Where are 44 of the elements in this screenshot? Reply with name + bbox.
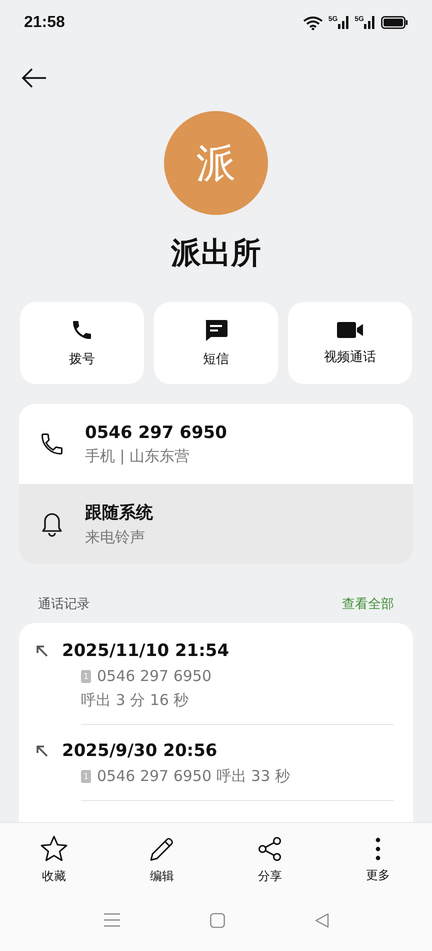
- star-icon: [40, 835, 68, 862]
- outgoing-arrow-icon: [36, 745, 48, 757]
- toolbar-button[interactable]: 编辑: [127, 836, 197, 884]
- avatar: 派: [164, 111, 268, 215]
- info-title: 0546 297 6950: [85, 422, 227, 442]
- status-time: 21:58: [24, 14, 65, 32]
- call-detail: 呼出 3 分 16 秒: [81, 691, 189, 710]
- video-camera-icon: [336, 320, 364, 340]
- section-title: 通话记录: [38, 596, 90, 613]
- action-button[interactable]: 视频通话: [288, 302, 412, 384]
- toolbar-button[interactable]: 收藏: [19, 835, 89, 885]
- battery-icon: [381, 16, 408, 29]
- phone-icon: [39, 431, 65, 457]
- call-detail: 0546 297 6950: [97, 667, 212, 685]
- info-row[interactable]: 0546 297 6950 手机 | 山东东营: [19, 404, 413, 484]
- more-icon: [375, 836, 381, 860]
- signal-icon: [364, 16, 376, 29]
- back-icon[interactable]: [21, 68, 47, 88]
- wifi-icon: [303, 16, 324, 30]
- sim-badge: 1: [81, 670, 91, 682]
- toolbar-button[interactable]: 更多: [343, 836, 413, 884]
- action-button[interactable]: 短信: [154, 302, 278, 384]
- contact-name: 派出所: [170, 235, 262, 273]
- home-icon[interactable]: [210, 912, 224, 928]
- info-title: 跟随系统: [85, 502, 153, 524]
- view-all-link[interactable]: 查看全部: [342, 595, 394, 613]
- info-subtitle: 来电铃声: [85, 528, 146, 547]
- call-datetime: 2025/11/10 21:54: [62, 641, 230, 661]
- toolbar-button[interactable]: 分享: [235, 836, 305, 884]
- info-subtitle: 手机 | 山东东营: [85, 446, 191, 466]
- message-icon: [203, 318, 229, 342]
- share-icon: [257, 836, 283, 862]
- back-nav-icon[interactable]: [314, 912, 328, 928]
- phone-icon: [70, 318, 94, 342]
- sim-badge: 1: [81, 770, 91, 783]
- action-button[interactable]: 拨号: [20, 302, 144, 384]
- signal-icon: [338, 16, 350, 29]
- menu-icon[interactable]: [104, 913, 120, 927]
- call-detail: 0546 297 6950 呼出 33 秒: [97, 767, 290, 786]
- info-row[interactable]: 跟随系统 来电铃声: [19, 484, 413, 564]
- call-datetime: 2025/9/30 20:56: [62, 741, 218, 761]
- outgoing-arrow-icon: [36, 645, 48, 657]
- pencil-icon: [149, 836, 175, 862]
- bell-icon: [39, 510, 65, 538]
